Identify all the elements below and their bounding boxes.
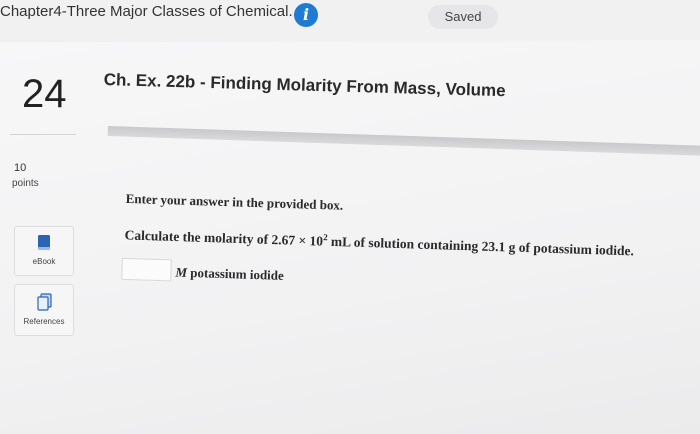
references-label: References [23,317,65,326]
sidebar-divider [10,134,76,135]
question-prompt: Calculate the molarity of 2.67 × 102 mL … [124,226,634,259]
points-label: points [12,178,39,189]
ebook-button[interactable]: eBook [14,226,74,276]
answer-input[interactable] [121,257,172,282]
prompt-part-2: mL of solution containing 23.1 g of pota… [327,233,635,259]
answer-unit-label: M potassium iodide [175,265,284,284]
ebook-label: eBook [32,257,56,266]
references-button[interactable]: References [14,284,74,336]
unit-text: potassium iodide [186,264,285,283]
points-value: 10 [14,162,27,174]
question-body: Enter your answer in the provided box. C… [121,0,692,317]
ebook-icon [37,235,51,256]
question-number: 24 [22,72,67,116]
references-icon [37,293,53,316]
instruction-text: Enter your answer in the provided box. [125,190,344,213]
unit-symbol: M [175,264,188,280]
prompt-part-1: Calculate the molarity of 2.67 × 10 [124,227,324,249]
